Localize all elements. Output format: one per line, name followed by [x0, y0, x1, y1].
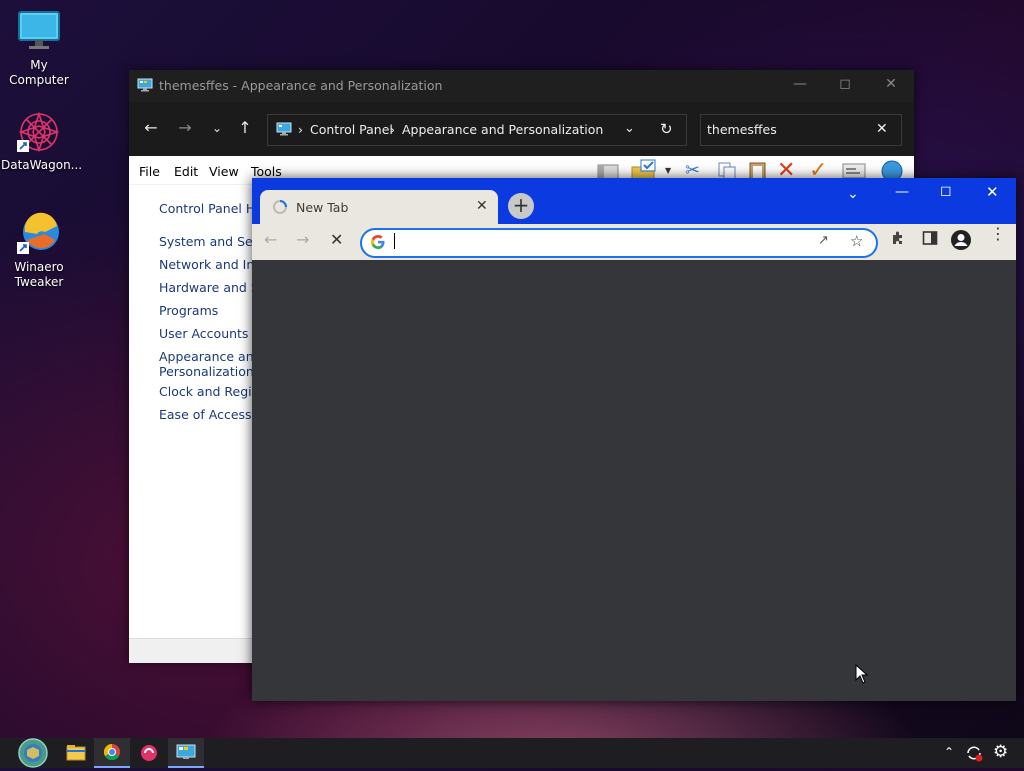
search-input[interactable]: themesffes — [707, 122, 777, 137]
datawagon-logo-icon — [15, 110, 63, 154]
desktop-icon-my-computer[interactable]: My Computer — [1, 10, 77, 88]
breadcrumb-separator-icon: › — [390, 122, 395, 137]
monitor-icon — [17, 10, 61, 54]
desktop-icon-label: My Computer — [9, 58, 69, 87]
omnibox[interactable]: ↗ ☆ — [360, 228, 878, 258]
control-panel-taskbar-icon[interactable] — [168, 738, 204, 768]
loading-spinner-icon — [272, 199, 288, 218]
chrome-tab-strip[interactable]: New Tab ✕ + ⌄ — ◻ ✕ — [252, 178, 1016, 224]
google-g-icon — [370, 234, 386, 253]
side-panel-icon[interactable] — [922, 230, 938, 249]
address-dropdown-chevron-icon[interactable]: ⌄ — [624, 121, 635, 136]
clear-search-icon[interactable]: ✕ — [876, 121, 888, 137]
desktop-icon-datawagon[interactable]: DataWagon... — [1, 110, 83, 173]
extensions-puzzle-icon[interactable] — [890, 230, 906, 249]
control-panel-icon — [137, 77, 153, 96]
dropdown-arrow-icon[interactable]: ▼ — [665, 166, 671, 175]
desktop-icon-label: Winaero Tweaker — [14, 260, 64, 289]
menu-edit[interactable]: Edit — [174, 164, 198, 179]
sidebar-item-ease-of-access[interactable]: Ease of Access — [159, 407, 252, 422]
desktop-icon-winaero-tweaker[interactable]: Winaero Tweaker — [1, 212, 77, 290]
sidebar-item-network[interactable]: Network and Inte — [159, 257, 267, 272]
menu-tools[interactable]: Tools — [251, 164, 282, 179]
winaero-logo-icon — [15, 212, 63, 256]
breadcrumb-appearance[interactable]: Appearance and Personalization — [402, 122, 603, 137]
taskbar: ⌃ ⚙ — [0, 738, 1024, 768]
settings-gear-icon[interactable]: ⚙ — [993, 742, 1008, 762]
page-content-area[interactable] — [252, 260, 1016, 701]
back-arrow-icon[interactable]: ← — [139, 118, 163, 137]
maximize-button[interactable]: ◻ — [830, 76, 860, 92]
control-panel-sidebar: Control Panel Ho System and Secur Networ… — [129, 184, 274, 636]
chrome-window: New Tab ✕ + ⌄ — ◻ ✕ ← → ✕ ↗ ☆ ⋮ — [252, 178, 1016, 701]
window-title: themesffes - Appearance and Personalizat… — [159, 78, 443, 93]
forward-arrow-icon[interactable]: → — [296, 230, 309, 249]
tray-chevron-up-icon[interactable]: ⌃ — [944, 745, 954, 759]
chrome-minimize-button[interactable]: — — [895, 184, 909, 200]
breadcrumb-control-panel[interactable]: Control Panel — [310, 122, 393, 137]
sidebar-item-user-accounts[interactable]: User Accounts — [159, 326, 248, 341]
up-arrow-icon[interactable]: ↑ — [233, 118, 257, 137]
start-button[interactable] — [14, 738, 54, 768]
sync-notification-icon[interactable] — [964, 743, 984, 766]
chrome-menu-icon[interactable]: ⋮ — [990, 226, 1006, 242]
control-panel-titlebar[interactable]: themesffes - Appearance and Personalizat… — [129, 70, 914, 102]
sidebar-item-programs[interactable]: Programs — [159, 303, 218, 318]
share-icon[interactable]: ↗ — [818, 233, 829, 248]
file-explorer-taskbar-icon[interactable] — [58, 738, 94, 768]
tab-title: New Tab — [296, 200, 349, 215]
sidebar-item-control-panel-home[interactable]: Control Panel Ho — [159, 201, 263, 216]
datawagon-taskbar-icon[interactable] — [131, 738, 167, 768]
menu-file[interactable]: File — [139, 164, 160, 179]
sidebar-item-appearance-line2[interactable]: Personalization — [159, 364, 254, 379]
chrome-toolbar: ← → ✕ ↗ ☆ ⋮ — [252, 224, 1016, 260]
control-panel-navbar: ← → ⌄ ↑ › Control Panel › Appearance and… — [129, 102, 914, 156]
chrome-taskbar-icon[interactable] — [94, 738, 130, 768]
back-arrow-icon[interactable]: ← — [264, 230, 277, 249]
new-tab-button[interactable]: + — [508, 193, 534, 219]
minimize-button[interactable]: — — [785, 76, 815, 92]
tab-search-chevron-icon[interactable]: ⌄ — [847, 186, 859, 202]
mouse-cursor-icon — [855, 663, 869, 687]
chrome-close-button[interactable]: ✕ — [986, 183, 999, 201]
omnibox-input[interactable] — [394, 233, 397, 249]
refresh-icon[interactable]: ↻ — [660, 120, 673, 138]
control-panel-small-icon — [276, 121, 292, 140]
address-bar[interactable]: › Control Panel › Appearance and Persona… — [267, 114, 687, 146]
profile-avatar-icon[interactable] — [950, 229, 972, 254]
search-field[interactable]: themesffes ✕ — [700, 114, 902, 146]
sidebar-item-clock-region[interactable]: Clock and Region — [159, 384, 267, 399]
forward-arrow-icon[interactable]: → — [173, 118, 197, 137]
menu-view[interactable]: View — [209, 164, 239, 179]
bookmark-star-icon[interactable]: ☆ — [850, 232, 863, 250]
recent-locations-chevron-icon[interactable]: ⌄ — [205, 121, 229, 135]
stop-loading-icon[interactable]: ✕ — [330, 230, 343, 249]
breadcrumb-separator-icon: › — [298, 122, 303, 137]
tab-new-tab[interactable]: New Tab ✕ — [260, 190, 498, 224]
desktop-icon-label: DataWagon... — [1, 158, 83, 172]
tab-close-icon[interactable]: ✕ — [476, 198, 488, 214]
close-button[interactable]: ✕ — [876, 76, 906, 92]
sidebar-item-appearance[interactable]: Appearance and — [159, 349, 262, 364]
chrome-maximize-button[interactable]: ◻ — [940, 183, 952, 199]
